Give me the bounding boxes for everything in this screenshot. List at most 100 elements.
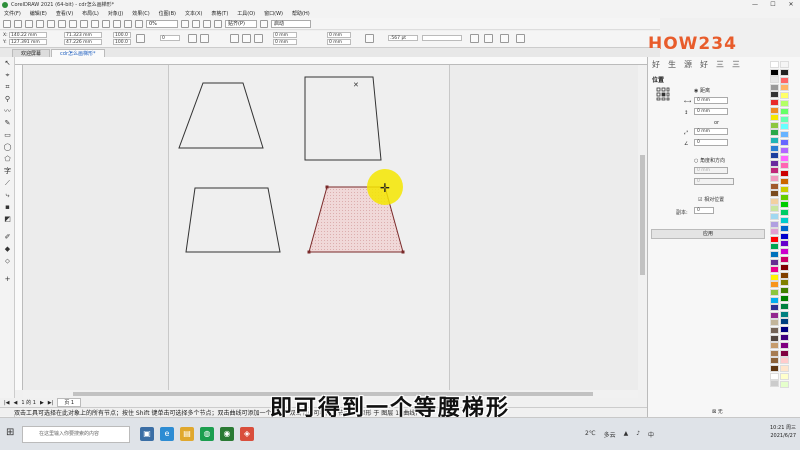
parallel-dimension-icon[interactable]: ⟋	[3, 179, 12, 188]
relative-position-checkbox[interactable]: ☑ 相对位置	[698, 196, 724, 203]
convert-to-curves-icon[interactable]	[516, 34, 525, 43]
vertical-ruler[interactable]	[15, 65, 23, 390]
color-swatch[interactable]	[770, 129, 779, 137]
color-swatch[interactable]	[780, 61, 789, 68]
menu-table[interactable]: 表格(T)	[211, 10, 228, 17]
color-swatch[interactable]	[770, 289, 779, 296]
export-icon[interactable]	[124, 19, 132, 28]
color-swatch[interactable]	[780, 193, 789, 201]
prev-page-icon[interactable]: ◀	[14, 400, 18, 406]
color-swatch[interactable]	[780, 131, 789, 139]
color-swatch[interactable]	[770, 220, 779, 228]
open-icon[interactable]	[14, 19, 22, 28]
color-swatch[interactable]	[780, 341, 789, 349]
corner-radius-field-3[interactable]: 0 mm	[327, 32, 351, 38]
full-screen-icon[interactable]	[181, 19, 189, 28]
color-swatch[interactable]	[780, 68, 789, 76]
docker-tab-5[interactable]: 三	[716, 59, 724, 70]
color-swatch[interactable]	[770, 281, 779, 289]
color-swatch[interactable]	[780, 310, 789, 318]
scale-y-field[interactable]: 100.0	[113, 39, 131, 45]
to-back-icon[interactable]	[500, 34, 509, 43]
color-swatch[interactable]	[770, 144, 779, 152]
connector-tool-icon[interactable]: ⤷	[3, 191, 12, 200]
distance-field[interactable]: 0 mm	[694, 128, 728, 135]
color-swatch[interactable]	[770, 68, 779, 76]
copy-icon[interactable]	[58, 19, 66, 28]
anchor-grid-icon[interactable]	[656, 87, 670, 101]
color-swatch[interactable]	[780, 76, 789, 84]
color-swatch[interactable]	[780, 178, 789, 185]
color-swatch[interactable]	[770, 197, 779, 205]
color-swatch[interactable]	[780, 224, 789, 232]
color-swatch[interactable]	[770, 83, 779, 91]
line-style-select[interactable]	[422, 35, 462, 41]
import-icon[interactable]	[113, 19, 121, 28]
corner-radius-field-4[interactable]: 0 mm	[327, 39, 351, 45]
color-swatch[interactable]	[770, 380, 779, 388]
file-explorer-icon[interactable]: ▤	[180, 427, 194, 441]
color-swatch[interactable]	[780, 373, 789, 380]
color-swatch[interactable]	[770, 167, 779, 175]
corner-chamfer-icon[interactable]	[254, 34, 263, 43]
color-swatch[interactable]	[780, 232, 789, 240]
menu-tools[interactable]: 工具(O)	[237, 10, 255, 17]
vertical-scrollbar[interactable]	[638, 65, 647, 390]
angle-direction-field[interactable]: 0	[694, 178, 734, 185]
color-swatch[interactable]	[780, 170, 789, 178]
color-swatch[interactable]	[780, 365, 789, 373]
wrap-text-icon[interactable]	[470, 34, 479, 43]
color-swatch[interactable]	[770, 349, 779, 357]
crop-tool-icon[interactable]: ⌗	[3, 83, 12, 92]
y-offset-field[interactable]: 0 mm	[694, 108, 728, 115]
menu-file[interactable]: 文件(F)	[4, 10, 21, 17]
color-swatch[interactable]	[780, 380, 789, 388]
color-swatch[interactable]	[770, 304, 779, 312]
mirror-horizontal-icon[interactable]	[188, 34, 197, 43]
corner-radius-field-2[interactable]: 0 mm	[273, 39, 297, 45]
color-swatch[interactable]	[780, 162, 789, 170]
docker-tab-6[interactable]: 三	[732, 59, 740, 70]
windows-start-icon[interactable]: ⊞	[6, 427, 14, 438]
lock-ratio-icon[interactable]	[136, 34, 145, 43]
color-swatch[interactable]	[770, 213, 779, 220]
color-swatch[interactable]	[770, 311, 779, 319]
color-swatch[interactable]	[780, 185, 789, 193]
rectangle-shape-distorted[interactable]	[304, 76, 382, 161]
menu-edit[interactable]: 编辑(E)	[30, 10, 47, 17]
x-offset-field[interactable]: 0 mm	[694, 97, 728, 104]
color-swatch[interactable]	[770, 121, 779, 129]
paste-icon[interactable]	[69, 19, 77, 28]
maximize-button[interactable]: ☐	[764, 0, 782, 9]
color-swatch[interactable]	[780, 287, 789, 295]
color-swatch[interactable]	[780, 217, 789, 224]
corner-radius-field-1[interactable]: 0 mm	[273, 32, 297, 38]
color-swatch[interactable]	[770, 327, 779, 334]
docker-tab-3[interactable]: 源	[684, 59, 692, 70]
snap-to-select[interactable]: 贴齐(P)	[225, 19, 257, 28]
volume-icon[interactable]: ♪	[636, 430, 640, 439]
color-swatch[interactable]	[770, 205, 779, 213]
artistic-media-icon[interactable]: ✎	[3, 119, 12, 128]
grid-icon[interactable]	[203, 19, 211, 28]
ime-indicator[interactable]: 中	[648, 430, 654, 439]
rotation-angle-field[interactable]: 0	[160, 35, 180, 41]
zoom-tool-icon[interactable]: ⚲	[3, 95, 12, 104]
cut-icon[interactable]	[47, 19, 55, 28]
color-swatch[interactable]	[770, 357, 779, 365]
page-tab[interactable]: 页 1	[57, 398, 82, 407]
pick-tool-icon[interactable]: ↖	[3, 59, 12, 68]
color-swatch[interactable]	[780, 107, 789, 115]
docker-tab-1[interactable]: 好	[652, 59, 660, 70]
node-handle[interactable]	[307, 250, 311, 254]
eyedropper-icon[interactable]: ✐	[3, 233, 12, 242]
first-page-icon[interactable]: |◀	[4, 400, 10, 406]
new-icon[interactable]	[3, 19, 11, 28]
color-swatch[interactable]	[780, 295, 789, 302]
polygon-tool-icon[interactable]: ⬠	[3, 155, 12, 164]
color-swatch[interactable]	[780, 139, 789, 146]
save-icon[interactable]	[25, 19, 33, 28]
color-swatch[interactable]	[770, 258, 779, 266]
color-swatch[interactable]	[780, 92, 789, 100]
menu-help[interactable]: 帮助(H)	[292, 10, 310, 17]
